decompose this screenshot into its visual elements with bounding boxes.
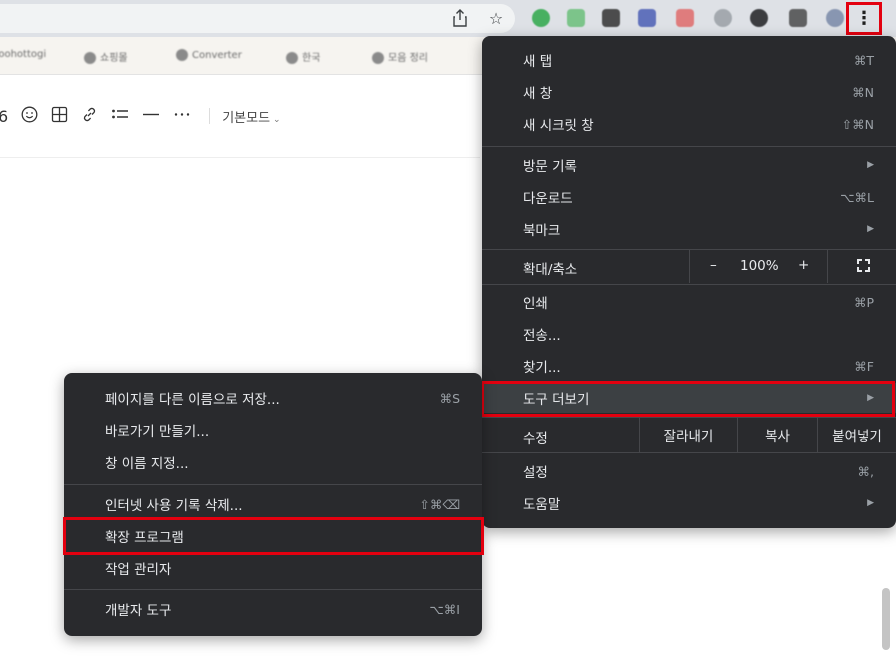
extension-icon[interactable] [789,9,807,27]
menu-item-settings[interactable]: 설정 ⌘, [482,456,896,486]
extension-icon[interactable] [638,9,656,27]
extension-icon[interactable] [714,9,732,27]
extension-icon[interactable] [750,9,768,27]
toolbar-separator [209,108,211,124]
menu-row-edit: 수정 잘라내기 복사 붙여넣기 [482,418,896,452]
menu-item-help[interactable]: 도움말 ▶ [482,488,896,518]
table-icon[interactable] [51,106,68,127]
bookmark-item[interactable]: Converter [176,49,242,65]
extension-icon[interactable] [676,9,694,27]
divider-icon[interactable] [142,106,160,127]
cut-button[interactable]: 잘라내기 [639,418,737,452]
link-icon[interactable] [81,106,98,127]
menu-item-new-window[interactable]: 새 창 ⌘N [482,77,896,107]
emoji-icon[interactable] [21,106,38,127]
scrollbar-thumb[interactable] [882,588,890,650]
chrome-main-menu: 새 탭 ⌘T 새 창 ⌘N 새 시크릿 창 ⇧⌘N 방문 기록 ▶ 다운로드 ⌥⌘L 북마… [482,36,896,528]
bookmark-item[interactable]: 쇼핑몰 [84,49,128,65]
menu-row-zoom: 확대/축소 – 100% + [482,250,896,283]
menu-separator [64,589,482,590]
extension-icon[interactable] [567,9,585,27]
chevron-right-icon: ▶ [867,224,874,234]
font-size-value[interactable]: 6 [0,107,8,126]
copy-button[interactable]: 복사 [737,418,817,452]
menu-item-developer-tools[interactable]: 개발자 도구 ⌥⌘I [64,594,482,624]
editor-toolbar: 6 기본모드 ⌄ [0,100,281,132]
zoom-controls: – 100% + [689,250,828,283]
menu-item-task-manager[interactable]: 작업 관리자 [64,553,482,583]
menu-item-name-window[interactable]: 창 이름 지정... [64,447,482,477]
more-icon[interactable] [173,106,191,127]
chrome-menu-button[interactable]: ⋮ [852,6,876,31]
menu-item-bookmarks[interactable]: 북마크 ▶ [482,214,896,244]
browser-toolbar: ☆ ⋮ [0,0,896,37]
menu-separator [64,484,482,485]
zoom-label: 확대/축소 [523,262,578,278]
paste-button[interactable]: 붙여넣기 [817,418,896,452]
fullscreen-icon[interactable] [857,259,870,272]
menu-item-history[interactable]: 방문 기록 ▶ [482,150,896,180]
profile-avatar[interactable] [826,9,844,27]
menu-item-incognito[interactable]: 새 시크릿 창 ⇧⌘N [482,109,896,139]
chevron-right-icon: ▶ [867,160,874,170]
menu-separator [482,452,896,453]
star-icon[interactable]: ☆ [486,9,506,29]
editor-divider [0,157,480,158]
list-icon[interactable] [111,106,129,127]
chevron-right-icon: ▶ [867,393,874,403]
menu-item-new-tab[interactable]: 새 탭 ⌘T [482,45,896,75]
extension-icon[interactable] [532,9,550,27]
share-icon[interactable] [450,9,470,29]
chevron-down-icon: ⌄ [273,114,281,125]
extension-icon[interactable] [602,9,620,27]
menu-item-save-page[interactable]: 페이지를 다른 이름으로 저장... ⌘S [64,383,482,413]
menu-separator [482,146,896,147]
menu-separator [482,284,896,285]
address-bar[interactable] [0,4,515,33]
zoom-in-button[interactable]: + [798,257,809,273]
menu-item-extensions[interactable]: 확장 프로그램 [64,521,482,551]
menu-item-cast[interactable]: 전송... [482,319,896,349]
menu-item-more-tools[interactable]: 도구 더보기 ▶ [482,383,896,413]
bookmark-item[interactable]: hoohottogi [0,49,46,65]
bookmark-item[interactable]: 한국 [286,49,320,65]
zoom-level: 100% [740,258,779,274]
browser-window: ☆ ⋮ hoohottogi 쇼핑몰 Converter 한국 모음 정리 6 [0,0,896,660]
menu-item-downloads[interactable]: 다운로드 ⌥⌘L [482,182,896,212]
menu-item-create-shortcut[interactable]: 바로가기 만들기... [64,415,482,445]
zoom-out-button[interactable]: – [710,257,717,273]
edit-label: 수정 [523,431,548,447]
editor-mode-dropdown[interactable]: 기본모드 ⌄ [222,107,280,126]
more-tools-submenu: 페이지를 다른 이름으로 저장... ⌘S 바로가기 만들기... 창 이름 지정… [64,373,482,636]
bookmark-item[interactable]: 모음 정리 [372,49,428,65]
menu-item-print[interactable]: 인쇄 ⌘P [482,287,896,317]
menu-item-find[interactable]: 찾기... ⌘F [482,351,896,381]
chevron-right-icon: ▶ [867,498,874,508]
menu-item-clear-browsing-data[interactable]: 인터넷 사용 기록 삭제... ⇧⌘⌫ [64,489,482,519]
